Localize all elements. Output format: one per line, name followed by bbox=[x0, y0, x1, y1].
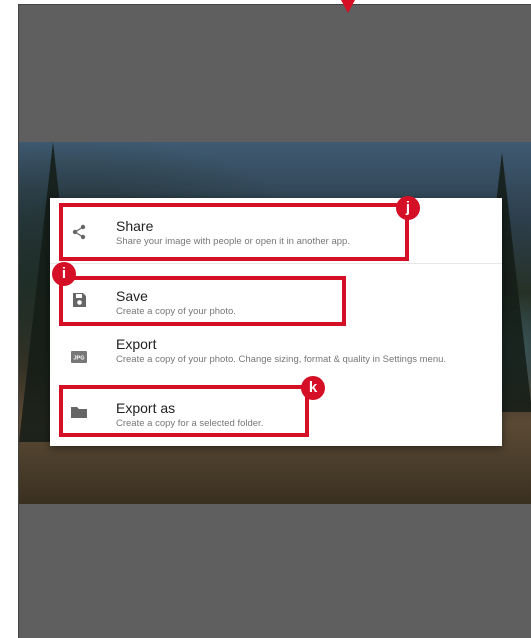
save-title: Save bbox=[116, 288, 148, 304]
callout-badge-k: k bbox=[301, 376, 325, 400]
share-description: Share your image with people or open it … bbox=[116, 236, 350, 247]
callout-badge-j: j bbox=[396, 196, 420, 220]
share-menu: Share Share your image with people or op… bbox=[50, 198, 502, 446]
jpg-icon-label: JPG bbox=[73, 356, 84, 362]
menu-item-export-as[interactable]: Export as Create a copy for a selected f… bbox=[50, 387, 502, 439]
folder-icon bbox=[71, 407, 87, 418]
save-icon bbox=[73, 293, 86, 307]
export-as-title: Export as bbox=[116, 400, 176, 416]
menu-item-export[interactable]: JPG Export Create a copy of your photo. … bbox=[50, 332, 502, 384]
save-description: Create a copy of your photo. bbox=[116, 306, 236, 317]
export-description: Create a copy of your photo. Change sizi… bbox=[116, 354, 447, 365]
callout-badge-i: i bbox=[52, 262, 76, 286]
menu-item-share[interactable]: Share Share your image with people or op… bbox=[50, 198, 502, 264]
jpg-file-icon: JPG bbox=[71, 351, 87, 363]
share-title: Share bbox=[116, 218, 154, 234]
share-icon bbox=[72, 224, 86, 240]
menu-item-save[interactable]: Save Create a copy of your photo. bbox=[50, 275, 502, 329]
pointer-indicator bbox=[341, 0, 355, 13]
export-as-description: Create a copy for a selected folder. bbox=[116, 418, 264, 429]
export-title: Export bbox=[116, 336, 157, 352]
